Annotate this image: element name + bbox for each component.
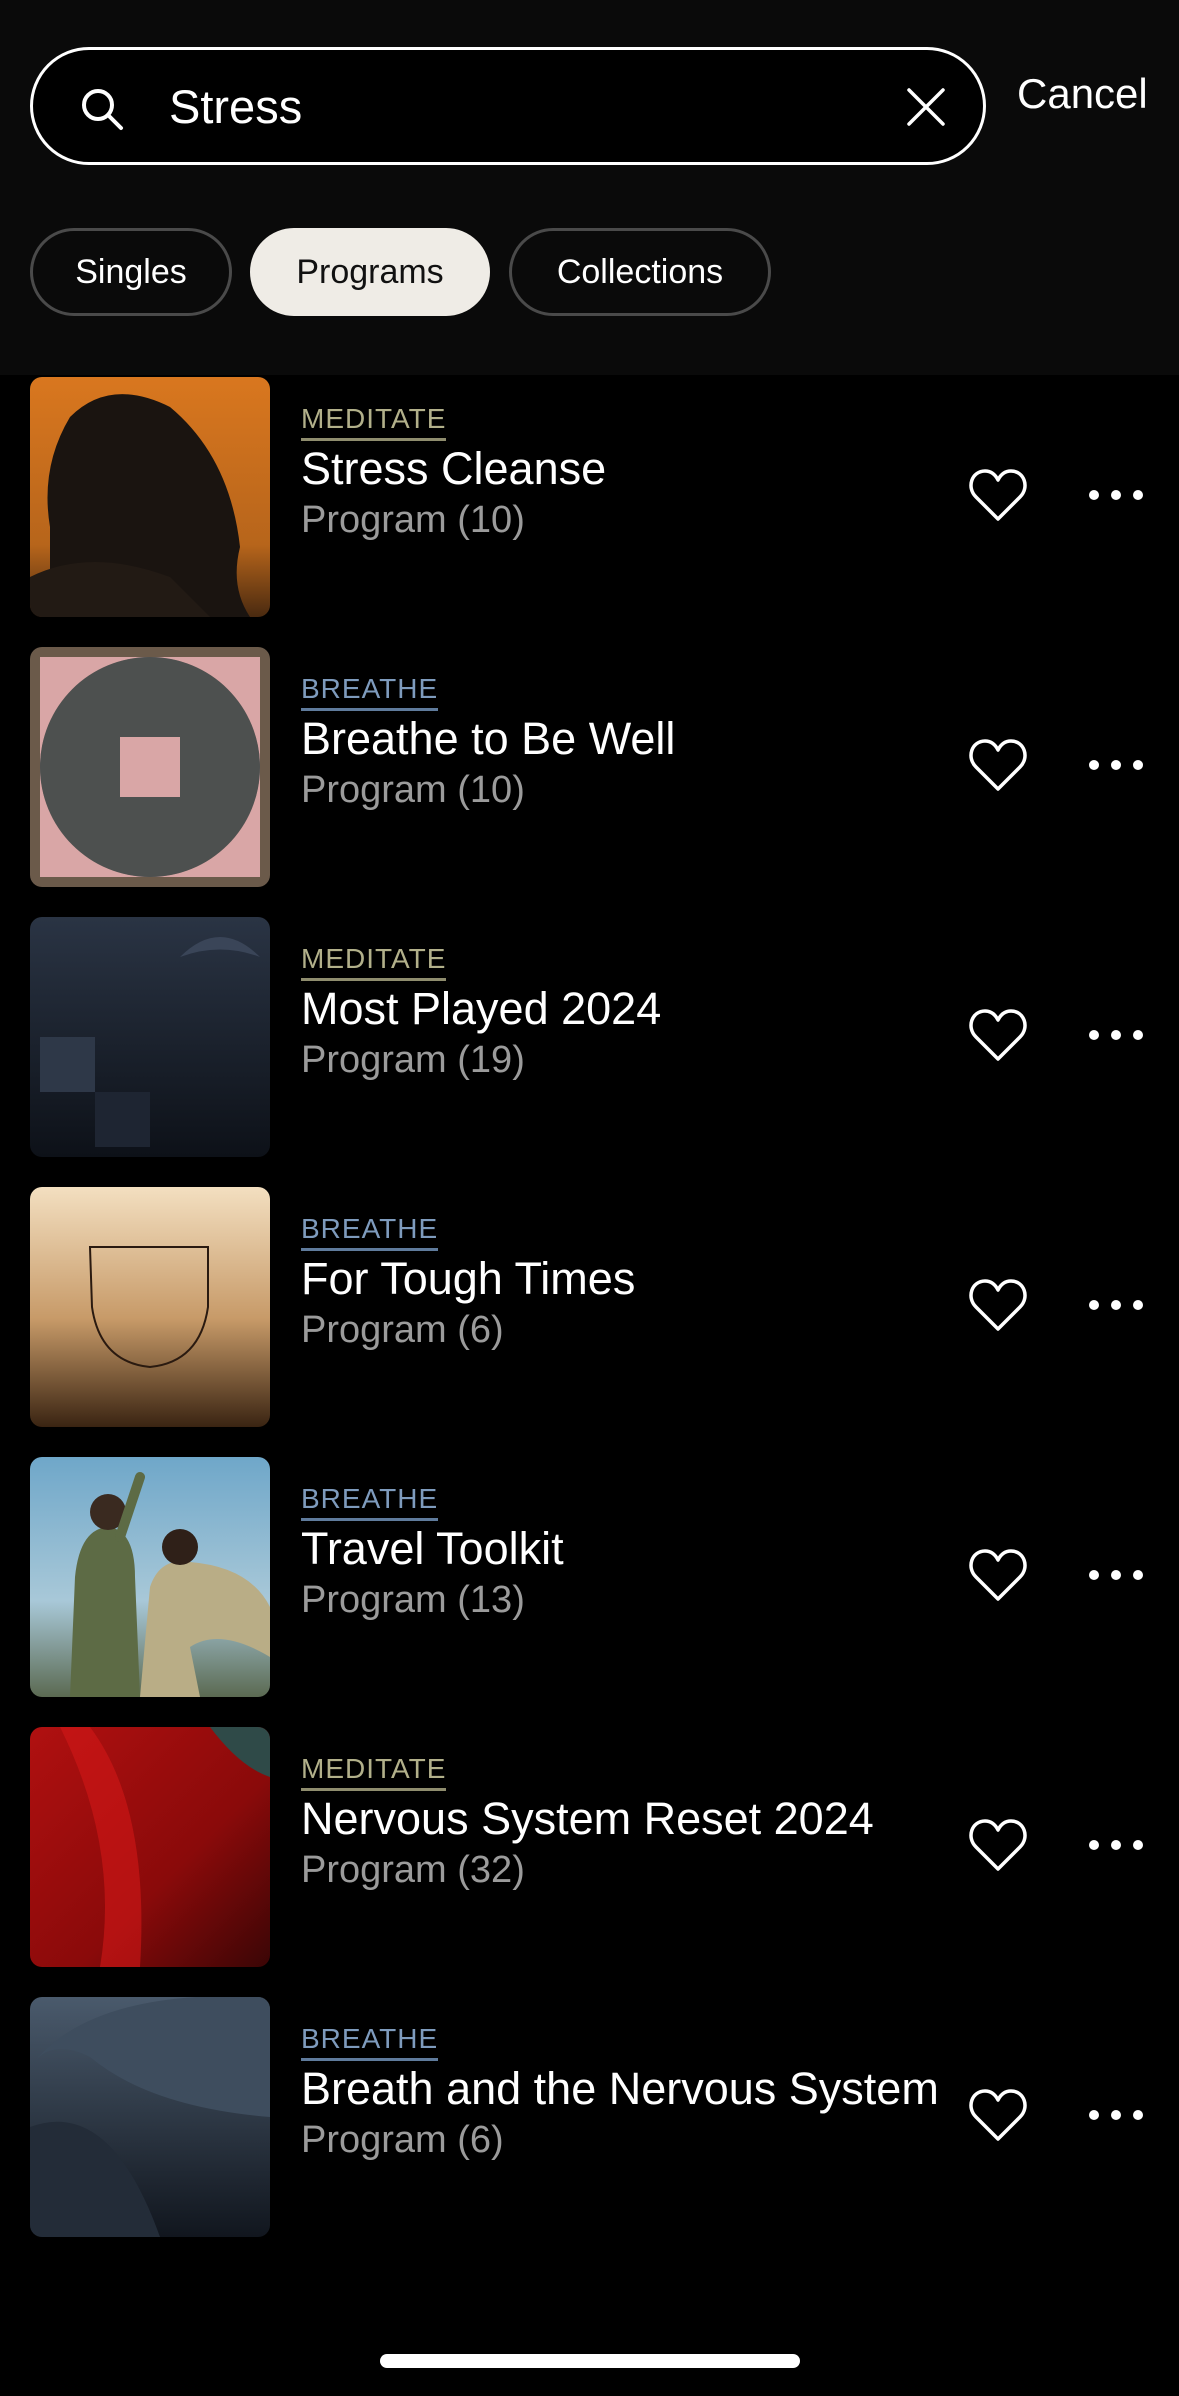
program-title: Stress Cleanse [301,443,607,494]
list-item[interactable]: MEDITATE Stress Cleanse Program (10) [0,377,1179,617]
program-artwork [30,647,270,887]
category-label: MEDITATE [301,1753,447,1791]
cancel-button[interactable]: Cancel [1017,70,1148,118]
more-options-icon[interactable] [1086,755,1146,775]
program-title: Most Played 2024 [301,983,662,1034]
program-subtitle: Program (6) [301,2119,504,2161]
list-item[interactable]: BREATHE For Tough Times Program (6) [0,1187,1179,1427]
category-label: BREATHE [301,2023,439,2061]
filter-chip-singles[interactable]: Singles [30,228,232,316]
more-options-icon[interactable] [1086,1835,1146,1855]
heart-icon[interactable] [968,1547,1028,1603]
program-title: For Tough Times [301,1253,636,1304]
list-item[interactable]: MEDITATE Nervous System Reset 2024 Progr… [0,1727,1179,1967]
program-title: Breathe to Be Well [301,713,676,764]
program-artwork [30,917,270,1157]
heart-icon[interactable] [968,467,1028,523]
more-options-icon[interactable] [1086,1295,1146,1315]
more-options-icon[interactable] [1086,1025,1146,1045]
program-artwork [30,377,270,617]
list-item[interactable]: BREATHE Breathe to Be Well Program (10) [0,647,1179,887]
program-subtitle: Program (13) [301,1579,525,1621]
heart-icon[interactable] [968,1007,1028,1063]
search-icon [82,89,123,130]
program-subtitle: Program (19) [301,1039,525,1081]
search-input[interactable] [169,70,869,142]
list-item[interactable]: BREATHE Breath and the Nervous System Pr… [0,1997,1179,2237]
program-title: Nervous System Reset 2024 [301,1793,874,1844]
list-item[interactable]: BREATHE Travel Toolkit Program (13) [0,1457,1179,1697]
category-label: BREATHE [301,1483,439,1521]
program-subtitle: Program (10) [301,769,525,811]
category-label: BREATHE [301,673,439,711]
program-subtitle: Program (10) [301,499,525,541]
program-subtitle: Program (32) [301,1849,525,1891]
close-icon[interactable] [905,86,947,128]
filter-chip-collections[interactable]: Collections [509,228,771,316]
program-subtitle: Program (6) [301,1309,504,1351]
program-artwork [30,1187,270,1427]
more-options-icon[interactable] [1086,2105,1146,2125]
filter-chip-programs[interactable]: Programs [250,228,490,316]
heart-icon[interactable] [968,737,1028,793]
search-bar[interactable] [30,47,986,165]
program-title: Travel Toolkit [301,1523,564,1574]
program-artwork [30,1727,270,1967]
more-options-icon[interactable] [1086,485,1146,505]
search-header: Cancel Singles Programs Collections [0,0,1179,375]
heart-icon[interactable] [968,2087,1028,2143]
program-artwork [30,1457,270,1697]
category-label: MEDITATE [301,403,447,441]
home-indicator[interactable] [380,2354,800,2368]
more-options-icon[interactable] [1086,1565,1146,1585]
program-artwork [30,1997,270,2237]
program-title: Breath and the Nervous System [301,2063,939,2114]
category-label: BREATHE [301,1213,439,1251]
list-item[interactable]: MEDITATE Most Played 2024 Program (19) [0,917,1179,1157]
category-label: MEDITATE [301,943,447,981]
heart-icon[interactable] [968,1277,1028,1333]
heart-icon[interactable] [968,1817,1028,1873]
